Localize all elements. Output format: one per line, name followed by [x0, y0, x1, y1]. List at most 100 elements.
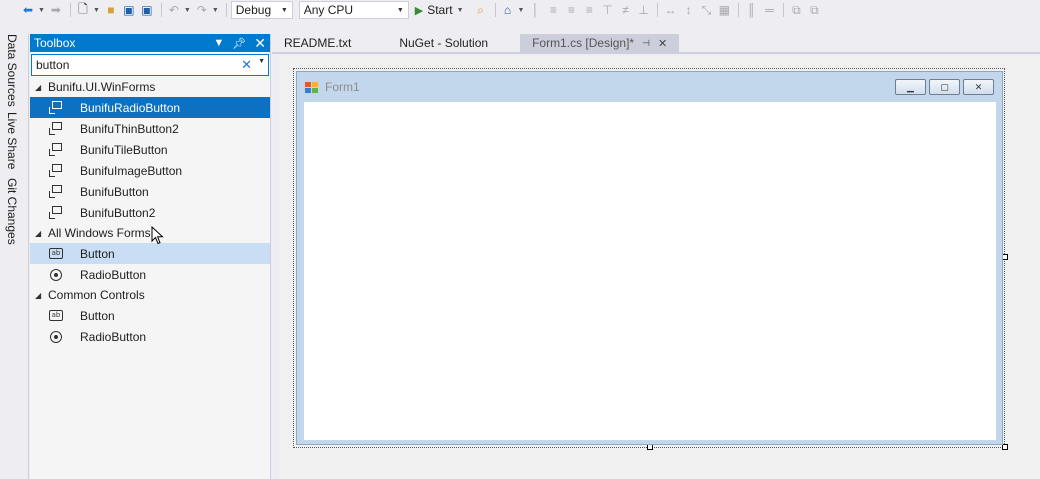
toolbox-item-radiobutton[interactable]: RadioButton	[30, 326, 270, 347]
play-icon: ▶	[414, 4, 424, 17]
toolbox-header: Toolbox ▼ 📌︎ ✕	[30, 34, 270, 52]
new-project-icon[interactable]: 🗋	[75, 2, 91, 18]
item-label: RadioButton	[80, 329, 147, 344]
undo-icon[interactable]: ↶	[166, 2, 182, 18]
collapse-arrow-icon[interactable]: ◢	[35, 83, 48, 92]
mouse-cursor-icon	[151, 226, 164, 245]
bunifu-control-icon	[49, 100, 63, 115]
bring-to-front-icon[interactable]: ⧉	[788, 2, 804, 18]
align-left-icon[interactable]: ≡	[545, 2, 561, 18]
radio-control-icon	[50, 330, 62, 343]
form-app-icon	[305, 81, 319, 94]
same-size-icon[interactable]: ⤡	[698, 2, 714, 18]
item-label: BunifuThinButton2	[80, 121, 179, 136]
redo-dropdown-icon[interactable]: ▼	[212, 7, 219, 14]
platform-select[interactable]: Any CPU ▼	[298, 1, 409, 19]
radio-control-icon	[50, 268, 62, 281]
collapse-arrow-icon[interactable]: ◢	[35, 229, 48, 238]
tab-readme[interactable]: README.txt	[272, 34, 363, 52]
search-options-icon[interactable]: ▼	[258, 58, 265, 65]
align-center-icon[interactable]: ≡	[563, 2, 579, 18]
save-all-icon[interactable]: ▣	[139, 2, 155, 18]
toolbox-item-bunifubutton2[interactable]: BunifuButton2	[30, 202, 270, 223]
tab-label: Form1.cs [Design]*	[532, 36, 635, 50]
save-icon[interactable]: ▣	[121, 2, 137, 18]
chevron-down-icon: ▼	[280, 6, 288, 14]
toolbar-separator	[69, 3, 71, 17]
toolbox-item-button[interactable]: ab Button	[30, 305, 270, 326]
start-label: Start	[427, 3, 453, 17]
same-width-icon[interactable]: ↔	[662, 2, 678, 18]
align-middle-icon[interactable]: ≠	[617, 2, 633, 18]
toolbar-separator	[657, 3, 659, 17]
open-folder-icon[interactable]: ■	[103, 2, 119, 18]
configuration-value: Debug	[235, 3, 272, 17]
window-menu-icon[interactable]: ▼	[213, 37, 224, 49]
forward-icon[interactable]: ➡	[48, 2, 64, 18]
redo-icon[interactable]: ↷	[194, 2, 210, 18]
size-to-grid-icon[interactable]: ▦	[716, 2, 732, 18]
tab-label: NuGet - Solution	[399, 36, 489, 50]
toolbar-separator	[160, 3, 162, 17]
toolbox-item-bunifuimagebutton[interactable]: BunifuImageButton	[30, 160, 270, 181]
toolbox-item-button[interactable]: ab Button	[30, 243, 270, 264]
browser-icon[interactable]: ⌂	[500, 2, 516, 18]
pin-tab-icon[interactable]: ⊣	[642, 38, 650, 49]
close-tab-icon[interactable]: ✕	[658, 37, 667, 50]
start-dropdown-icon[interactable]: ▼	[457, 7, 464, 14]
group-label: All Windows Forms	[48, 226, 151, 240]
side-tab-live-share[interactable]: Live Share	[5, 112, 19, 169]
tab-nuget[interactable]: NuGet - Solution	[387, 34, 500, 52]
close-icon[interactable]: ✕	[254, 35, 266, 52]
side-tab-git-changes[interactable]: Git Changes	[5, 178, 19, 245]
back-icon[interactable]: ⬅	[20, 2, 36, 18]
toolbox-panel: Toolbox ▼ 📌︎ ✕ ✕ ▼ ◢ Bunifu.UI.WinForms …	[30, 34, 271, 479]
same-height-icon[interactable]: ↕	[680, 2, 696, 18]
close-icon[interactable]: ✕	[963, 79, 994, 95]
group-label: Common Controls	[48, 288, 145, 302]
side-tab-data-sources[interactable]: Data Sources	[5, 34, 19, 107]
toolbox-item-bunifutilebutton[interactable]: BunifuTileButton	[30, 139, 270, 160]
toolbox-item-bunifubutton[interactable]: BunifuButton	[30, 181, 270, 202]
align-grid-icon[interactable]: │	[527, 2, 543, 18]
browser-dropdown-icon[interactable]: ▼	[518, 7, 525, 14]
tab-form1-design[interactable]: Form1.cs [Design]* ⊣ ✕	[520, 34, 680, 52]
pin-icon[interactable]: 📌︎	[232, 37, 246, 50]
vertical-spacing-icon[interactable]: ═	[761, 2, 777, 18]
undo-dropdown-icon[interactable]: ▼	[184, 7, 191, 14]
button-control-icon: ab	[49, 310, 63, 321]
align-top-icon[interactable]: ⊤	[599, 2, 615, 18]
group-common-controls[interactable]: ◢ Common Controls	[30, 285, 270, 305]
item-label: BunifuImageButton	[80, 163, 183, 178]
configuration-select[interactable]: Debug ▼	[230, 1, 293, 19]
main-toolbar: ⬅ ▼ ➡ 🗋 ▼ ■ ▣ ▣ ↶ ▼ ↷ ▼ Debug ▼ Any CPU …	[0, 0, 1040, 20]
item-label: BunifuTileButton	[80, 142, 168, 157]
align-right-icon[interactable]: ≡	[581, 2, 597, 18]
toolbox-item-bunifuthinbutton2[interactable]: BunifuThinButton2	[30, 118, 270, 139]
search-input[interactable]	[36, 58, 226, 72]
collapse-arrow-icon[interactable]: ◢	[35, 291, 48, 300]
find-icon[interactable]: ⌕	[473, 2, 489, 18]
toolbox-item-radiobutton[interactable]: RadioButton	[30, 264, 270, 285]
bunifu-control-icon	[49, 163, 63, 178]
horizontal-spacing-icon[interactable]: ║	[743, 2, 759, 18]
send-to-back-icon[interactable]: ⧉	[806, 2, 822, 18]
form-title: Form1	[325, 80, 360, 94]
maximize-icon[interactable]: ▢	[929, 79, 960, 95]
align-bottom-icon[interactable]: ⊥	[635, 2, 651, 18]
bunifu-control-icon	[49, 184, 63, 199]
platform-value: Any CPU	[303, 3, 354, 17]
minimize-icon[interactable]: ▁	[895, 79, 926, 95]
form-window[interactable]: Form1 ▁ ▢ ✕	[296, 71, 1003, 445]
new-dropdown-icon[interactable]: ▼	[93, 7, 100, 14]
toolbar-separator	[494, 3, 496, 17]
form-client-area[interactable]	[304, 102, 996, 440]
toolbox-item-bunifuradiobutton[interactable]: BunifuRadioButton	[30, 97, 270, 118]
group-bunifu[interactable]: ◢ Bunifu.UI.WinForms	[30, 77, 270, 97]
bunifu-control-icon	[49, 121, 63, 136]
start-button[interactable]: ▶ Start ▼	[415, 3, 467, 17]
toolbar-separator	[225, 3, 227, 17]
back-dropdown-icon[interactable]: ▼	[38, 7, 45, 14]
clear-search-icon[interactable]: ✕	[241, 57, 252, 73]
group-all-windows-forms[interactable]: ◢ All Windows Forms	[30, 223, 270, 243]
